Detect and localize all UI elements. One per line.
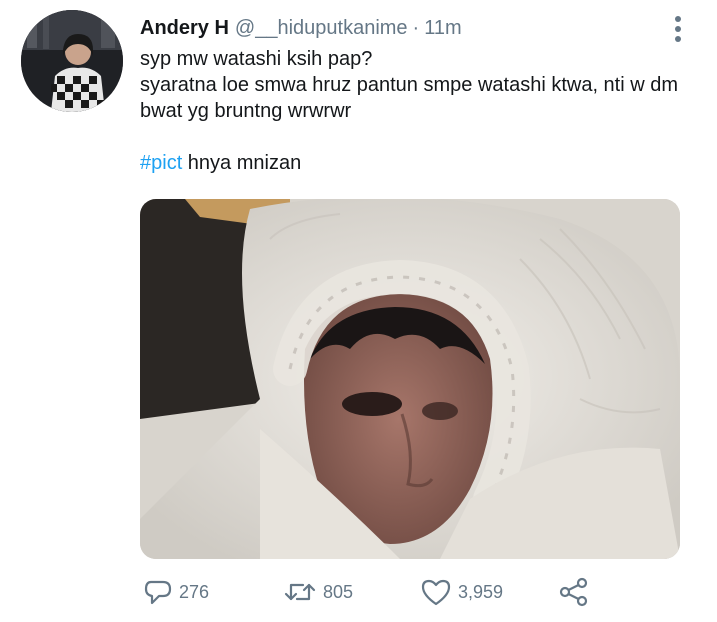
tweet-line-2: syaratna loe smwa hruz pantun smpe watas… (140, 74, 679, 122)
hashtag-line-text: hnya mnizan (182, 152, 302, 174)
retweet-icon (283, 577, 317, 607)
avatar[interactable] (21, 10, 123, 112)
tweet-hashtag-line: #pict hnya mnizan (140, 150, 700, 176)
reply-button[interactable]: 276 (143, 576, 209, 608)
tweet-photo[interactable] (140, 199, 680, 559)
more-options-icon[interactable] (666, 14, 690, 44)
tweet-card[interactable]: Andery H @__hiduputkanime · 11m syp mw wata… (0, 0, 717, 622)
tweet-header: Andery H @__hiduputkanime · 11m (140, 14, 462, 42)
author-name[interactable]: Andery H (140, 17, 229, 39)
separator-dot: · (412, 17, 420, 39)
tweet-actions: 276 805 3,959 (140, 572, 680, 612)
tweet-line-1: syp mw watashi ksih pap? (140, 48, 373, 70)
reply-count: 276 (179, 581, 210, 602)
like-count: 3,959 (458, 581, 504, 602)
retweet-button[interactable]: 805 (283, 576, 353, 608)
share-button[interactable] (558, 576, 590, 608)
hashtag-link[interactable]: #pict (140, 152, 182, 174)
retweet-count: 805 (323, 581, 354, 602)
like-button[interactable]: 3,959 (420, 576, 503, 608)
timestamp[interactable]: 11m (424, 17, 461, 39)
author-handle[interactable]: @__hiduputkanime (235, 17, 408, 39)
tweet-text: syp mw watashi ksih pap? syaratna loe sm… (140, 46, 700, 176)
share-icon (558, 576, 590, 608)
reply-icon (143, 577, 173, 607)
like-icon (420, 577, 452, 607)
